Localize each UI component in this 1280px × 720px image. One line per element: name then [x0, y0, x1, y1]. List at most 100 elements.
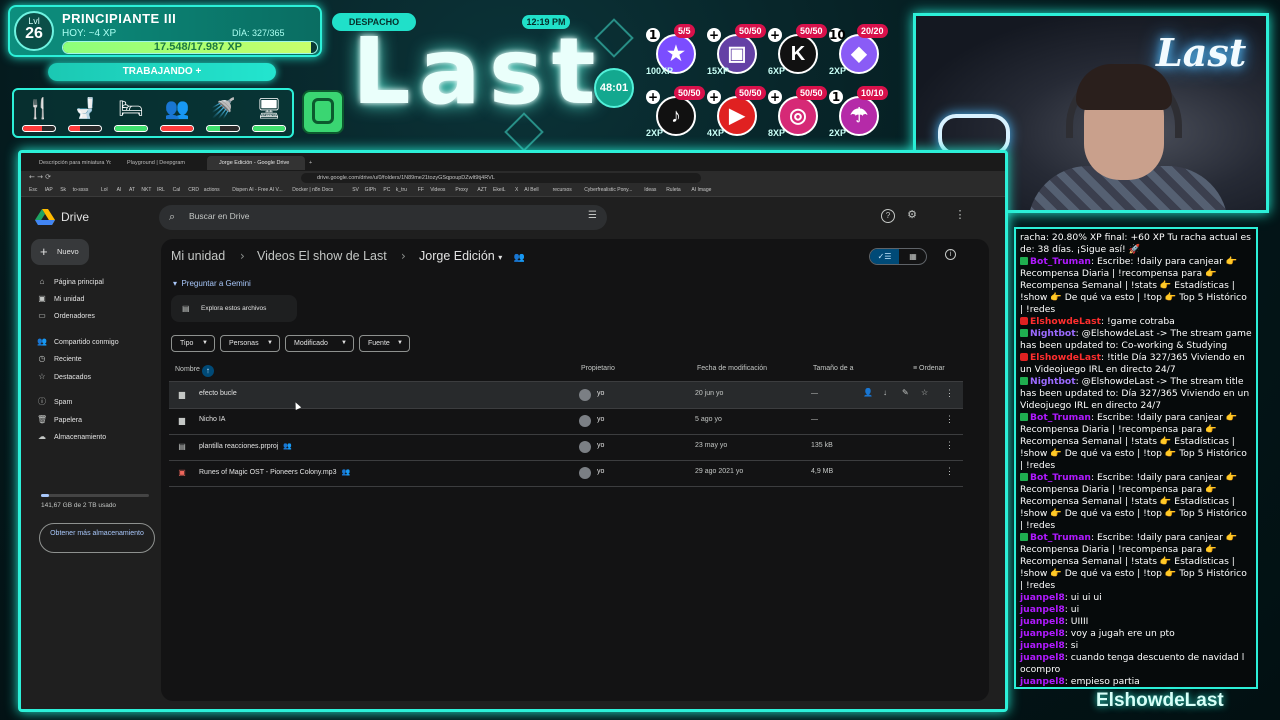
bookmark[interactable]: AI Bell: [524, 187, 538, 193]
bookmark[interactable]: CRD: [188, 187, 199, 193]
bookmark[interactable]: AZT: [477, 187, 486, 193]
sidebar-item-reciente[interactable]: ◷ Reciente: [37, 353, 82, 365]
sidebar-item-mi-unidad[interactable]: ▣ Mi unidad: [37, 293, 84, 305]
bookmark[interactable]: EkeiL: [493, 187, 506, 193]
need-meter: 🛏: [112, 92, 150, 136]
channel-logo: Last: [352, 18, 604, 125]
bookmark[interactable]: actions: [204, 187, 220, 193]
bookmark[interactable]: recursos: [553, 187, 572, 193]
sidebar-item-spam[interactable]: ⓘ Spam: [37, 396, 72, 408]
file-row[interactable]: ▣ Runes of Magic OST - Pioneers Colony.mp…: [169, 460, 963, 486]
file-row[interactable]: ▆ efecto bucle yo 20 jun yo — ⋮ 👤 ↓ ✎ ☆: [169, 382, 963, 408]
share-icon[interactable]: 👤: [863, 388, 873, 397]
owner-avatar: [579, 441, 591, 453]
column-owner[interactable]: Propietario: [581, 365, 615, 372]
chat-username: ElshowdeLast: [1030, 316, 1101, 327]
list-view-icon[interactable]: ✓☰: [870, 249, 899, 264]
breadcrumb-item[interactable]: Mi unidad: [171, 249, 225, 263]
bookmark[interactable]: Lol: [101, 187, 108, 193]
column-name[interactable]: Nombre ↑: [175, 365, 214, 377]
new-tab-button[interactable]: +: [307, 156, 317, 170]
sidebar-item-papelera[interactable]: 🗑 Papelera: [37, 414, 82, 426]
more-actions-icon[interactable]: ⋮: [945, 466, 954, 477]
divider: [169, 486, 963, 487]
star-icon[interactable]: ☆: [921, 388, 928, 397]
column-size[interactable]: Tamaño de a: [813, 365, 853, 372]
sidebar-item-destacados[interactable]: ☆ Destacados: [37, 371, 91, 383]
search-bar[interactable]: ⌕ Buscar en Drive ☰: [159, 205, 607, 230]
sidebar-item-almacenamiento[interactable]: ☁ Almacenamiento: [37, 431, 106, 443]
new-button[interactable]: + Nuevo: [31, 239, 89, 265]
info-icon[interactable]: i: [945, 249, 956, 260]
sidebar-item-compartido-conmigo[interactable]: 👥 Compartido conmigo: [37, 336, 119, 348]
channel-name: ElshowdeLast: [1096, 690, 1224, 711]
my-drive-icon: ▣: [38, 294, 46, 303]
more-actions-icon[interactable]: ⋮: [945, 414, 954, 425]
search-input[interactable]: Buscar en Drive: [189, 211, 249, 221]
sort-ascending-icon[interactable]: ↑: [201, 365, 214, 377]
file-row[interactable]: ▤ plantilla reacciones.prproj 👥 yo 23 may yo…: [169, 434, 963, 460]
bookmark[interactable]: Proxy: [455, 187, 468, 193]
column-modified[interactable]: Fecha de modificación: [697, 365, 767, 372]
bookmark[interactable]: Videos: [430, 187, 445, 193]
filter-source[interactable]: Fuente ▼: [359, 335, 410, 352]
bookmark[interactable]: IRL: [157, 187, 165, 193]
filter-type[interactable]: Tipo ▼: [171, 335, 215, 352]
bookmark[interactable]: Ruleta: [666, 187, 680, 193]
url-field[interactable]: drive.google.com/drive/u/0/folders/1N89m…: [301, 173, 701, 183]
bookmark[interactable]: AT: [129, 187, 135, 193]
chat-username: juanpel8: [1020, 640, 1065, 651]
settings-icon[interactable]: ⚙: [905, 209, 919, 223]
get-more-storage-button[interactable]: Obtener más almacenamiento: [39, 523, 155, 553]
browser-tab[interactable]: Playground | Deepgram: [115, 156, 199, 170]
bookmark[interactable]: Esc: [29, 187, 37, 193]
bookmark[interactable]: GIPh: [365, 187, 376, 193]
bookmark[interactable]: Cyberfrealistic Pony...: [584, 187, 632, 193]
bookmark[interactable]: Ideas: [644, 187, 656, 193]
gemini-prompt[interactable]: ▾ Preguntar a Gemini: [173, 279, 251, 288]
bookmark[interactable]: X: [515, 187, 518, 193]
breadcrumb-item[interactable]: Videos El show de Last: [257, 249, 387, 263]
bookmark[interactable]: NKT: [141, 187, 151, 193]
bookmark[interactable]: AI Image: [691, 187, 711, 193]
bookmark[interactable]: IAP: [45, 187, 53, 193]
bookmark[interactable]: AI: [117, 187, 122, 193]
bookmark[interactable]: to-ssss: [73, 187, 89, 193]
browser-tab-active[interactable]: Jorge Edición - Google Drive: [207, 156, 305, 170]
bookmark[interactable]: Docker | n8n Docs: [292, 187, 333, 193]
view-toggle[interactable]: ✓☰ ▦: [869, 248, 927, 265]
more-actions-icon[interactable]: ⋮: [945, 388, 954, 399]
filter-modified[interactable]: Modificado ▼: [285, 335, 354, 352]
sort-button[interactable]: ≡ Ordenar: [913, 365, 945, 372]
more-actions-icon[interactable]: ⋮: [945, 440, 954, 451]
grid-view-icon[interactable]: ▦: [899, 249, 927, 264]
filter-people[interactable]: Personas ▼: [220, 335, 280, 352]
bookmark[interactable]: Dispen AI - Free AI V...: [232, 187, 282, 193]
bookmark[interactable]: PC: [383, 187, 390, 193]
social-goal-prefix: 10: [829, 28, 846, 42]
explore-files-button[interactable]: ▤ Explora estos archivos: [171, 295, 297, 322]
file-name[interactable]: Runes of Magic OST - Pioneers Colony.mp3…: [199, 468, 350, 476]
breadcrumb-current[interactable]: Jorge Edición ▾ 👥: [419, 249, 525, 263]
bookmark[interactable]: Cal: [173, 187, 181, 193]
chevron-down-icon: ▾: [173, 279, 178, 288]
file-row[interactable]: ▆ Nicho IA yo 5 ago yo — ⋮: [169, 408, 963, 434]
file-name[interactable]: plantilla reacciones.prproj 👥: [199, 442, 292, 450]
nav-buttons-icon[interactable]: ← → ⟳: [29, 173, 51, 181]
file-name[interactable]: Nicho IA: [199, 416, 225, 423]
help-icon[interactable]: ?: [881, 209, 895, 223]
bookmark[interactable]: SV: [352, 187, 359, 193]
bookmark[interactable]: FF: [418, 187, 424, 193]
apps-grid-icon[interactable]: ⋮: [953, 209, 967, 223]
bookmark[interactable]: Sk: [60, 187, 66, 193]
download-icon[interactable]: ↓: [883, 388, 887, 397]
shared-folder-icon: 👥: [513, 252, 525, 262]
file-name[interactable]: efecto bucle: [199, 390, 237, 397]
need-level-bar: [68, 125, 102, 132]
sidebar-item-página-principal[interactable]: ⌂ Página principal: [37, 276, 104, 288]
search-options-icon[interactable]: ☰: [588, 210, 597, 221]
rename-icon[interactable]: ✎: [902, 388, 909, 397]
sidebar-item-ordenadores[interactable]: ▭ Ordenadores: [37, 310, 95, 322]
bookmark[interactable]: k_tru: [396, 187, 407, 193]
browser-tab[interactable]: Descripción para miniatura YouTube: [27, 156, 111, 170]
